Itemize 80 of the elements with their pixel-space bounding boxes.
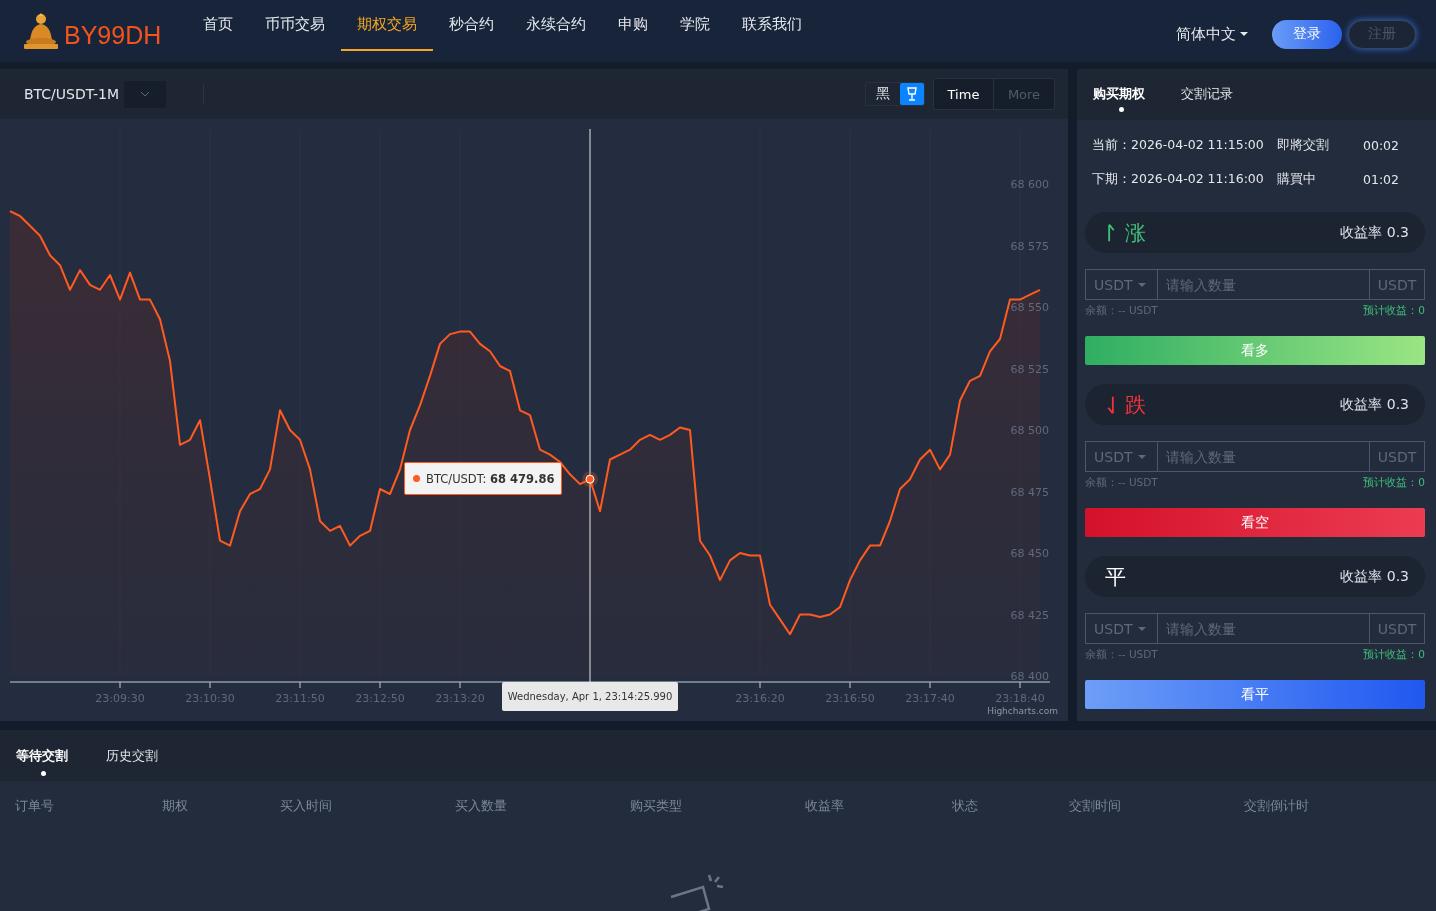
unit-label: USDT xyxy=(1376,447,1418,467)
panel-tab[interactable]: 购买期权 xyxy=(1093,76,1167,113)
x-axis-tick xyxy=(299,681,301,689)
logo-text[interactable]: BY99DH xyxy=(64,20,162,50)
column-header: 交割时间 xyxy=(1069,797,1122,815)
direction-label: 平 xyxy=(1105,563,1126,591)
unit-label: USDT xyxy=(1376,275,1418,295)
tooltip-text: BTC/USDT: 68 479.86 xyxy=(426,471,555,486)
period-status: 購買中 xyxy=(1277,170,1317,188)
countdown-text: 00:02 xyxy=(1363,137,1400,153)
y-axis-label: 68 525 xyxy=(1010,362,1049,376)
unit-label: USDT xyxy=(1376,619,1418,639)
expected-profit-text: 预计收益：0 xyxy=(1363,304,1425,318)
column-header: 状态 xyxy=(952,797,979,815)
nav-link[interactable]: 币币交易 xyxy=(249,0,342,51)
rate-label: 收益率 0.3 xyxy=(1340,567,1409,586)
y-axis-label: 68 500 xyxy=(1010,424,1049,437)
y-axis-label: 68 425 xyxy=(1010,608,1049,622)
column-header: 买入时间 xyxy=(280,797,333,815)
orders-tab[interactable]: 等待交割 xyxy=(14,734,94,777)
x-axis-tick xyxy=(119,681,121,689)
column-header: 买入数量 xyxy=(455,797,508,815)
login-button[interactable]: 登录 xyxy=(1272,19,1342,49)
x-axis-label: 23:09:30 xyxy=(95,692,145,705)
countdown-text: 01:02 xyxy=(1363,171,1400,187)
x-axis-tick xyxy=(459,681,461,689)
period-status: 即將交割 xyxy=(1277,136,1330,154)
nav-link[interactable]: 首页 xyxy=(187,0,250,51)
x-axis-label: 23:10:30 xyxy=(185,692,235,705)
expected-profit-text: 预计收益：0 xyxy=(1363,648,1425,662)
rate-label: 收益率 0.3 xyxy=(1340,395,1409,414)
credit-link[interactable]: Highcharts.com xyxy=(987,706,1058,716)
x-axis-tick xyxy=(379,681,381,689)
x-axis-tick xyxy=(929,681,931,689)
x-axis-tick xyxy=(209,681,211,689)
column-header: 收益率 xyxy=(805,797,845,815)
chevron-down-icon xyxy=(140,91,151,97)
y-axis-label: 68 600 xyxy=(1010,178,1049,191)
nav-link[interactable]: 期权交易 xyxy=(341,0,434,51)
x-axis-label: 23:17:40 xyxy=(905,692,955,705)
expected-profit-text: 预计收益：0 xyxy=(1363,476,1425,490)
hover-point-marker xyxy=(582,471,598,488)
x-axis-label: 23:11:50 xyxy=(275,692,325,705)
direction-label: 跌 xyxy=(1125,391,1146,419)
trade-button[interactable]: 看平 xyxy=(1085,680,1425,709)
nav-link[interactable]: 秒合约 xyxy=(433,0,511,51)
nav-link[interactable]: 申购 xyxy=(602,0,665,51)
period-label: 当前：2026-04-02 11:15:00 xyxy=(1092,136,1265,154)
y-axis-label: 68 400 xyxy=(1010,670,1049,683)
column-header: 交割倒计时 xyxy=(1244,797,1310,815)
x-axis-label: 23:18:40 xyxy=(995,692,1045,705)
nav-link[interactable]: 联系我们 xyxy=(726,0,819,51)
range-tab[interactable]: Time xyxy=(934,79,994,109)
y-axis-label: 68 550 xyxy=(1010,301,1049,314)
orders-tab[interactable]: 历史交割 xyxy=(104,734,184,777)
y-axis-label: 68 450 xyxy=(1010,547,1049,560)
period-label: 下期：2026-04-02 11:16:00 xyxy=(1092,170,1265,188)
column-header: 订单号 xyxy=(15,797,55,815)
y-axis-label: 68 475 xyxy=(1010,485,1049,499)
column-header: 购买类型 xyxy=(630,797,683,815)
nav-link[interactable]: 学院 xyxy=(664,0,727,51)
symbol-label: BTC/USDT-1M xyxy=(24,86,120,102)
panel-tab[interactable]: 交割记录 xyxy=(1181,76,1255,113)
language-dropdown[interactable]: 简体中文 xyxy=(1170,23,1254,45)
column-header: 期权 xyxy=(162,797,189,815)
x-axis-label: 23:12:50 xyxy=(355,692,405,705)
time-tooltip: Wednesday, Apr 1, 23:14:25.990 xyxy=(502,682,678,711)
series-dot xyxy=(413,475,420,483)
x-axis-label: 23:13:20 xyxy=(435,692,485,705)
trade-button[interactable]: 看空 xyxy=(1085,508,1425,537)
y-axis-label: 68 575 xyxy=(1010,239,1049,253)
x-axis-tick xyxy=(759,681,761,689)
rate-label: 收益率 0.3 xyxy=(1340,223,1409,242)
x-axis-label: 23:16:20 xyxy=(735,692,785,705)
lamp-icon[interactable] xyxy=(900,83,924,105)
direction-label: 涨 xyxy=(1125,219,1146,247)
x-axis-label: 23:16:50 xyxy=(825,692,875,705)
x-axis-tick xyxy=(849,681,851,689)
x-axis-tick xyxy=(1019,681,1021,689)
nav-link[interactable]: 永续合约 xyxy=(510,0,603,51)
